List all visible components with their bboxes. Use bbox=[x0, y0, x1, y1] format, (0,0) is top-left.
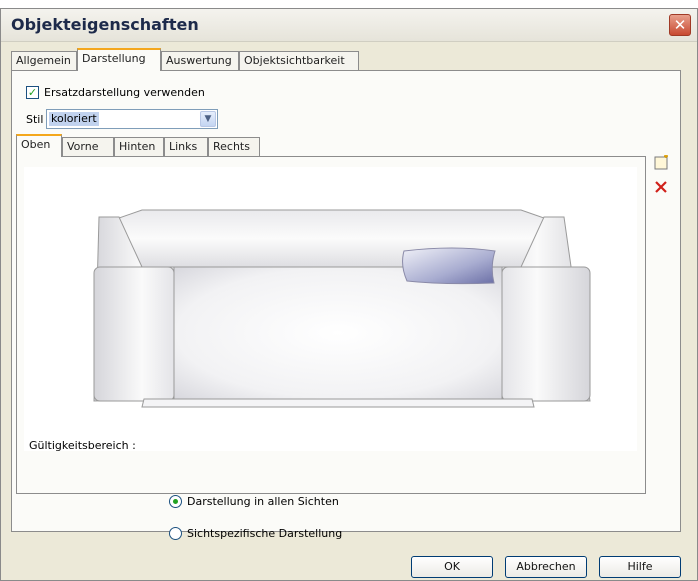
substitute-checkbox[interactable]: ✓ bbox=[26, 86, 39, 99]
properties-dialog: Objekteigenschaften ✕ Allgemein Darstell… bbox=[0, 8, 698, 581]
radio-view-specific-label: Sichtspezifische Darstellung bbox=[187, 527, 343, 540]
tab-objektsichtbarkeit[interactable]: Objektsichtbarkeit bbox=[239, 51, 359, 70]
title-bar: Objekteigenschaften ✕ bbox=[1, 9, 697, 42]
dialog-title: Objekteigenschaften bbox=[11, 15, 199, 34]
preview-canvas bbox=[24, 167, 637, 451]
style-label: Stil bbox=[26, 113, 44, 126]
darstellung-panel: ✓ Ersatzdarstellung verwenden Stil kolor… bbox=[11, 70, 681, 532]
tab-links[interactable]: Links bbox=[164, 137, 208, 156]
tab-oben[interactable]: Oben bbox=[16, 134, 62, 157]
radio-selected-dot bbox=[173, 499, 178, 504]
style-value: koloriert bbox=[49, 112, 99, 126]
ok-button[interactable]: OK bbox=[411, 556, 493, 578]
substitute-label: Ersatzdarstellung verwenden bbox=[44, 86, 205, 99]
close-button[interactable]: ✕ bbox=[669, 14, 691, 36]
validity-label: Gültigkeitsbereich : bbox=[29, 439, 136, 452]
tab-allgemein[interactable]: Allgemein bbox=[11, 51, 77, 70]
tab-auswertung[interactable]: Auswertung bbox=[161, 51, 239, 70]
help-button[interactable]: Hilfe bbox=[599, 556, 681, 578]
delete-icon bbox=[655, 181, 667, 193]
tab-darstellung[interactable]: Darstellung bbox=[77, 48, 161, 71]
sofa-top-view bbox=[93, 209, 591, 408]
style-select[interactable]: koloriert ▼ bbox=[46, 109, 218, 129]
new-variant-button[interactable] bbox=[652, 154, 670, 173]
cancel-button[interactable]: Abbrechen bbox=[505, 556, 587, 578]
tab-vorne[interactable]: Vorne bbox=[62, 137, 114, 156]
delete-variant-button[interactable] bbox=[652, 179, 670, 197]
chevron-down-icon[interactable]: ▼ bbox=[200, 111, 216, 127]
tab-hinten[interactable]: Hinten bbox=[114, 137, 164, 156]
radio-all-views-label: Darstellung in allen Sichten bbox=[187, 495, 339, 508]
radio-view-specific-control[interactable] bbox=[169, 527, 182, 540]
close-icon: ✕ bbox=[673, 16, 687, 34]
new-icon bbox=[654, 154, 668, 170]
radio-all-views-control[interactable] bbox=[169, 495, 182, 508]
tab-rechts[interactable]: Rechts bbox=[208, 137, 260, 156]
